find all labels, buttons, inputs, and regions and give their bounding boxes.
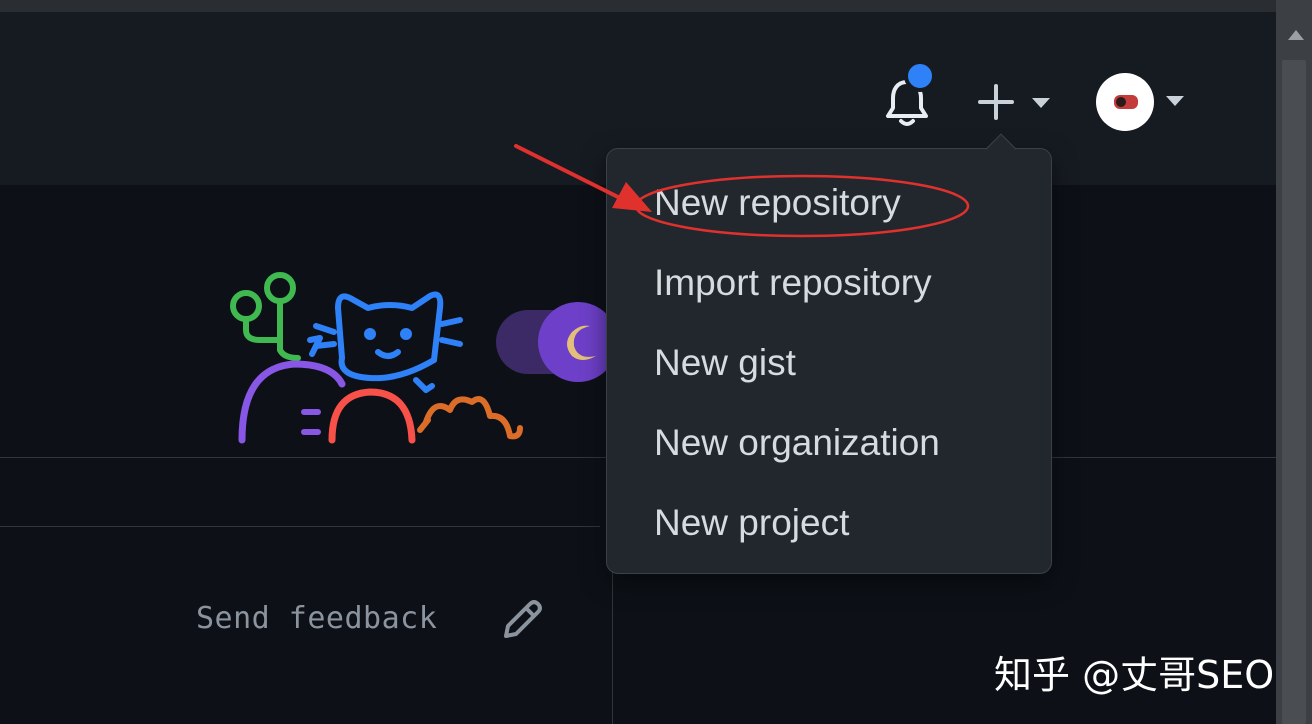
- menu-item-new-gist[interactable]: New gist: [654, 342, 796, 384]
- window-top-strip: [0, 0, 1276, 12]
- pencil-icon[interactable]: [498, 596, 546, 644]
- theme-toggle-doodle: [496, 302, 618, 382]
- red-arc-doodle: [328, 388, 416, 444]
- plant-doodle: [230, 272, 301, 361]
- orange-squiggle-doodle: [423, 396, 523, 440]
- notification-unread-dot: [904, 60, 936, 92]
- scrollbar-thumb[interactable]: [1282, 60, 1306, 724]
- zhihu-watermark: 知乎 @丈哥SEO: [994, 653, 1275, 697]
- feed-divider: [0, 526, 600, 527]
- equals-doodle: [301, 409, 321, 435]
- plus-icon[interactable]: [976, 82, 1016, 122]
- menu-item-new-organization[interactable]: New organization: [654, 422, 940, 464]
- profile-menu-chevron-down-icon[interactable]: [1166, 96, 1184, 106]
- avatar[interactable]: [1096, 73, 1154, 131]
- create-menu-chevron-down-icon[interactable]: [1032, 98, 1050, 108]
- github-dashboard: Send feedback New repository Import repo…: [0, 0, 1312, 724]
- send-feedback-link[interactable]: Send feedback: [196, 601, 437, 636]
- scroll-up-arrow-icon[interactable]: [1288, 30, 1304, 40]
- mascot-illustration: [230, 272, 618, 444]
- purple-arc-doodle: [238, 360, 346, 444]
- menu-item-import-repository[interactable]: Import repository: [654, 262, 932, 304]
- avatar-image-detail: [1116, 97, 1126, 107]
- menu-item-new-project[interactable]: New project: [654, 502, 849, 544]
- menu-item-new-repository[interactable]: New repository: [654, 182, 901, 224]
